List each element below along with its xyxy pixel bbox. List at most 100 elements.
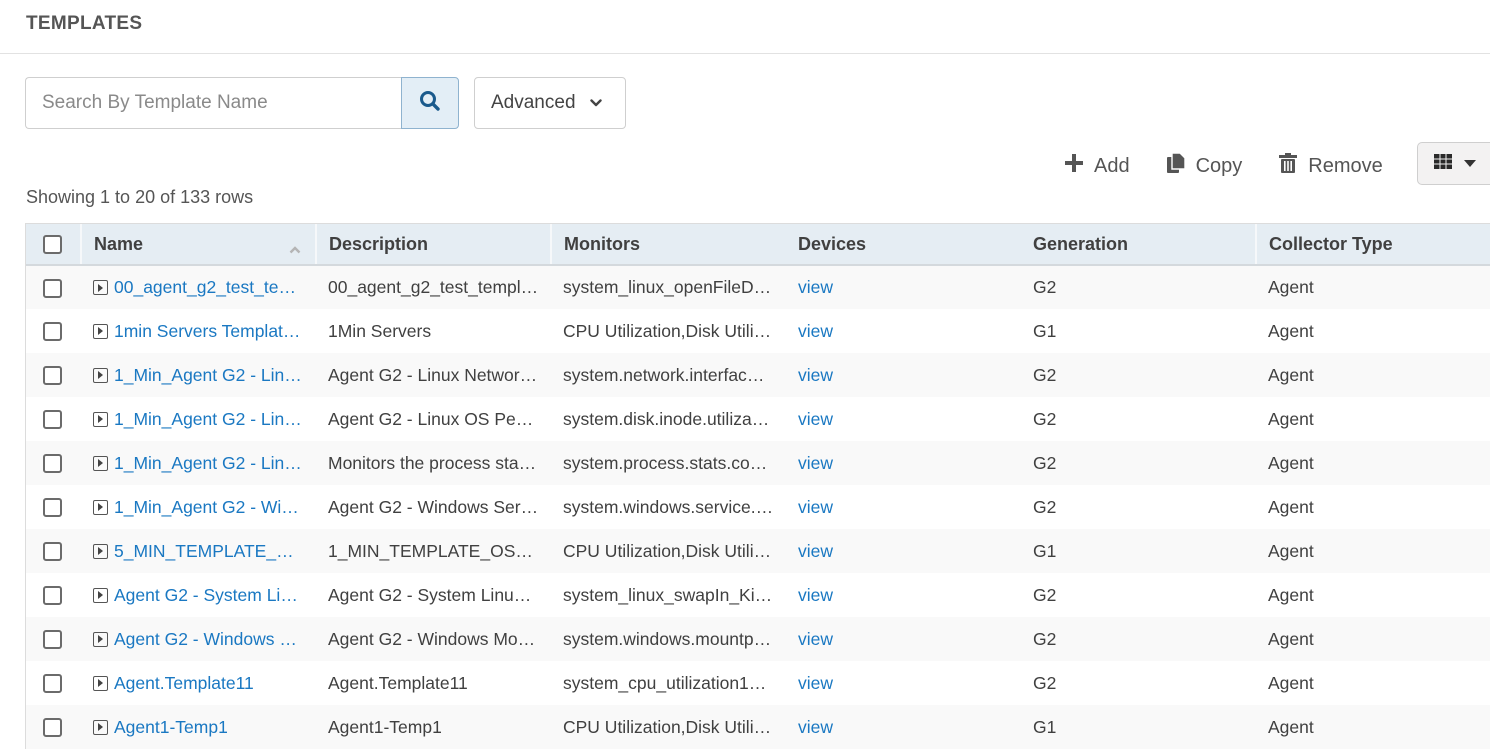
template-name-link[interactable]: Agent G2 - System Linu… [114, 585, 304, 606]
row-checkbox[interactable] [43, 454, 62, 474]
table-row[interactable]: 5_MIN_TEMPLATE_OS_… 1_MIN_TEMPLATE_OS_Pe…… [26, 529, 1490, 573]
view-devices-link[interactable]: view [798, 717, 833, 737]
row-checkbox[interactable] [43, 322, 62, 342]
expand-row-icon[interactable] [93, 543, 108, 559]
expand-row-icon[interactable] [93, 367, 108, 383]
copy-button[interactable]: Copy [1166, 152, 1242, 180]
description-cell: Agent G2 - Linux Network … [328, 364, 551, 385]
view-devices-link[interactable]: view [798, 673, 833, 693]
template-name-link[interactable]: 1_Min_Agent G2 - Linux… [114, 409, 304, 430]
view-devices-link[interactable]: view [798, 453, 833, 473]
view-devices-link[interactable]: view [798, 541, 833, 561]
devices-cell: view [786, 353, 1021, 397]
table-body: 00_agent_g2_test_tem… 00_agent_g2_test_te… [26, 265, 1490, 749]
advanced-filter-button[interactable]: Advanced [474, 77, 626, 129]
view-devices-link[interactable]: view [798, 277, 833, 297]
column-header-monitors[interactable]: Monitors [551, 224, 786, 266]
template-name-link[interactable]: 00_agent_g2_test_tem… [114, 277, 304, 298]
collector-type-cell: Agent [1268, 277, 1314, 297]
generation-cell: G2 [1033, 452, 1057, 473]
generation-cell: G1 [1033, 320, 1057, 341]
column-header-description[interactable]: Description [315, 224, 552, 266]
name-cell: 1_Min_Agent G2 - Linux… [81, 441, 316, 485]
template-name-link[interactable]: 1_Min_Agent G2 - Linux… [114, 365, 304, 386]
column-header-label: Devices [798, 233, 867, 254]
table-row[interactable]: 1min Servers Template… 1Min Servers CPU Ut… [26, 309, 1490, 353]
collector-type-cell: Agent [1268, 672, 1314, 693]
devices-cell: view [786, 661, 1021, 705]
template-name-link[interactable]: Agent.Template11 [114, 673, 254, 694]
row-select-cell [26, 309, 81, 353]
column-toggle-button[interactable] [1417, 142, 1490, 185]
expand-row-icon[interactable] [93, 455, 108, 471]
view-devices-link[interactable]: view [798, 409, 833, 429]
collector-type-cell: Agent [1268, 408, 1314, 429]
row-checkbox[interactable] [43, 278, 62, 298]
description-cell: Monitors the process stati… [328, 452, 545, 473]
expand-row-icon[interactable] [93, 675, 108, 691]
monitors-cell: CPU Utilization,Disk Utiliz… [563, 320, 780, 341]
table-row[interactable]: Agent1-Temp1 Agent1-Temp1 CPU Utilization,… [26, 705, 1490, 749]
row-checkbox[interactable] [43, 410, 62, 430]
expand-row-icon[interactable] [93, 631, 108, 647]
table-row[interactable]: Agent.Template11 Agent.Template11 system_c… [26, 661, 1490, 705]
expand-row-icon[interactable] [93, 280, 108, 295]
table-row[interactable]: 1_Min_Agent G2 - Wind… Agent G2 - Windows… [26, 485, 1490, 529]
expand-row-icon[interactable] [93, 499, 108, 515]
table-row[interactable]: Agent G2 - System Linu… Agent G2 - System… [26, 573, 1490, 617]
view-devices-link[interactable]: view [798, 497, 833, 517]
select-all-checkbox[interactable] [43, 235, 62, 255]
row-checkbox[interactable] [43, 586, 62, 606]
view-devices-link[interactable]: view [798, 585, 833, 605]
row-checkbox[interactable] [43, 498, 62, 518]
sort-ascending-icon[interactable] [289, 238, 301, 259]
row-checkbox[interactable] [43, 630, 62, 650]
expand-row-icon[interactable] [93, 587, 108, 603]
template-name-link[interactable]: 5_MIN_TEMPLATE_OS_… [114, 541, 304, 562]
name-cell: Agent.Template11 [81, 661, 316, 705]
devices-cell: view [786, 265, 1021, 309]
add-button[interactable]: Add [1064, 153, 1130, 179]
row-count-summary: Showing 1 to 20 of 133 rows [26, 187, 254, 207]
column-header-label: Monitors [564, 233, 640, 254]
description-cell: 1Min Servers [328, 320, 432, 341]
row-checkbox[interactable] [43, 718, 62, 738]
column-header-name[interactable]: Name [80, 224, 317, 266]
template-name-link[interactable]: Agent1-Temp1 [114, 717, 228, 738]
table-row[interactable]: 1_Min_Agent G2 - Linux… Agent G2 - Linux … [26, 353, 1490, 397]
collector-type-cell: Agent [1268, 716, 1314, 737]
table-row[interactable]: 00_agent_g2_test_tem… 00_agent_g2_test_te… [26, 265, 1490, 309]
row-checkbox[interactable] [43, 542, 62, 562]
search-icon [419, 90, 441, 117]
expand-row-icon[interactable] [93, 719, 108, 735]
column-header-collector-type[interactable]: Collector Type [1255, 224, 1490, 266]
monitors-cell: system.network.interface.… [563, 364, 779, 385]
view-devices-link[interactable]: view [798, 365, 833, 385]
collector-type-cell: Agent [1268, 584, 1314, 605]
name-cell: 00_agent_g2_test_tem… [81, 265, 316, 309]
row-checkbox[interactable] [43, 674, 62, 694]
page-header: TEMPLATES [0, 0, 1490, 54]
template-name-link[interactable]: 1_Min_Agent G2 - Linux… [114, 453, 304, 474]
view-devices-link[interactable]: view [798, 321, 833, 341]
search-input[interactable] [25, 77, 401, 129]
expand-row-icon[interactable] [93, 323, 108, 339]
collector-type-cell: Agent [1268, 452, 1314, 473]
table-row[interactable]: Agent G2 - Windows M_… Agent G2 - Windows… [26, 617, 1490, 661]
expand-row-icon[interactable] [93, 411, 108, 427]
template-name-link[interactable]: Agent G2 - Windows M_… [114, 629, 304, 650]
row-checkbox[interactable] [43, 366, 62, 386]
view-devices-link[interactable]: view [798, 629, 833, 649]
table-row[interactable]: 1_Min_Agent G2 - Linux… Monitors the proc… [26, 441, 1490, 485]
monitors-cell: CPU Utilization,Disk Utiliz… [563, 716, 780, 737]
column-header-devices[interactable]: Devices [786, 224, 1021, 266]
generation-cell: G1 [1033, 716, 1057, 737]
trash-icon [1278, 152, 1298, 180]
row-select-cell [26, 397, 81, 441]
template-name-link[interactable]: 1_Min_Agent G2 - Wind… [114, 497, 304, 518]
search-button[interactable] [401, 77, 459, 129]
table-row[interactable]: 1_Min_Agent G2 - Linux… Agent G2 - Linux … [26, 397, 1490, 441]
remove-button[interactable]: Remove [1278, 152, 1383, 180]
template-name-link[interactable]: 1min Servers Template… [114, 321, 304, 342]
column-header-generation[interactable]: Generation [1021, 224, 1256, 266]
